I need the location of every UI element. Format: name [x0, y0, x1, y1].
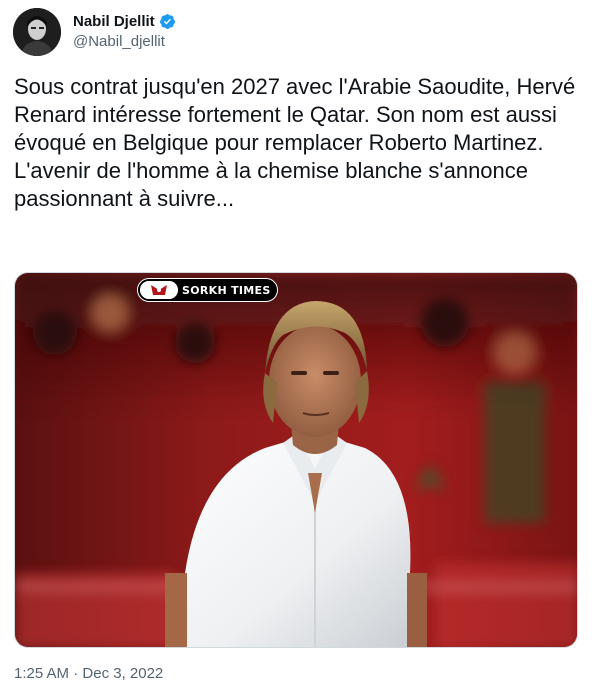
tweet-timestamp[interactable]: 1:25 AM · Dec 3, 2022: [14, 665, 163, 682]
sorkh-times-logo-icon: [140, 281, 178, 299]
timestamp-separator: ·: [73, 665, 79, 682]
tweet-paragraph: L'avenir de l'homme à la chemise blanche…: [14, 158, 529, 211]
author-display-name[interactable]: Nabil Djellit: [73, 13, 155, 30]
tweet-time: 1:25 AM: [14, 665, 70, 682]
author-handle[interactable]: @Nabil_djellit: [73, 33, 176, 50]
tweet-media-photo[interactable]: SORKH TIMES: [14, 272, 578, 648]
tweet: Nabil Djellit @Nabil_djellit Sous contra…: [0, 0, 592, 692]
tweet-paragraph: Sous contrat jusqu'en 2027 avec l'Arabie…: [14, 74, 576, 155]
author-block: Nabil Djellit @Nabil_djellit: [73, 11, 176, 50]
tweet-date: Dec 3, 2022: [82, 665, 164, 682]
tweet-text: Sous contrat jusqu'en 2027 avec l'Arabie…: [14, 73, 580, 213]
name-row: Nabil Djellit: [73, 11, 176, 31]
watermark-text: SORKH TIMES: [182, 283, 271, 297]
coach-photo: [15, 273, 577, 647]
avatar-portrait-icon: [13, 8, 61, 56]
avatar[interactable]: [13, 8, 61, 56]
verified-badge-icon: [159, 13, 175, 29]
sorkh-times-watermark: SORKH TIMES: [137, 278, 278, 302]
